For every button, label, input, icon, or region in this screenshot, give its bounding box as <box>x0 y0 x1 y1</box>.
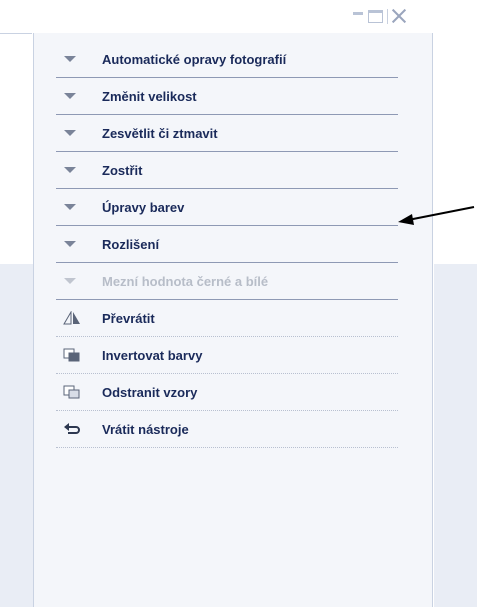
invert-colors-icon <box>63 348 81 362</box>
expander-label: Změnit velikost <box>102 88 197 104</box>
flip-icon <box>63 311 81 325</box>
tool-label: Převrátit <box>102 310 155 326</box>
remove-patterns-icon <box>63 385 81 399</box>
expand-triangle-icon <box>64 130 76 136</box>
expander-label: Automatické opravy fotografií <box>102 51 287 67</box>
expand-triangle-icon <box>64 204 76 210</box>
control-divider <box>387 8 388 24</box>
expand-triangle-icon <box>64 167 76 173</box>
background-area-top <box>0 33 32 265</box>
expand-triangle-icon <box>64 93 76 99</box>
tool-remove-patterns[interactable]: Odstranit vzory <box>56 374 398 411</box>
expander-label: Mezní hodnota černé a bílé <box>102 273 269 289</box>
expander-color-adjust[interactable]: Úpravy barev <box>56 189 398 226</box>
tool-invert-colors[interactable]: Invertovat barvy <box>56 337 398 374</box>
background-area-right <box>434 264 477 607</box>
close-icon[interactable] <box>392 9 406 23</box>
tool-label: Invertovat barvy <box>102 347 203 363</box>
maximize-icon[interactable] <box>368 9 383 23</box>
tool-label: Vrátit nástroje <box>102 421 189 437</box>
tool-flip[interactable]: Převrátit <box>56 300 398 337</box>
minimize-icon[interactable] <box>352 10 364 22</box>
expand-triangle-icon <box>64 56 76 62</box>
background-area-left <box>0 264 33 607</box>
tool-label: Odstranit vzory <box>102 384 198 400</box>
expander-bw-threshold: Mezní hodnota černé a bílé <box>56 263 398 300</box>
expander-label: Zesvětlit či ztmavit <box>102 125 218 141</box>
tool-undo[interactable]: Vrátit nástroje <box>56 411 398 448</box>
edit-tools-panel: Automatické opravy fotografií Změnit vel… <box>33 33 433 607</box>
expand-triangle-icon <box>64 241 76 247</box>
annotation-arrow-icon <box>398 206 475 225</box>
window-controls <box>352 7 406 25</box>
expander-auto-fix[interactable]: Automatické opravy fotografií <box>56 41 398 78</box>
expander-brightness[interactable]: Zesvětlit či ztmavit <box>56 115 398 152</box>
expander-sharpen[interactable]: Zostřit <box>56 152 398 189</box>
expander-resize[interactable]: Změnit velikost <box>56 78 398 115</box>
expander-resolution[interactable]: Rozlišení <box>56 226 398 263</box>
expander-label: Zostřit <box>102 162 143 178</box>
expander-label: Rozlišení <box>102 236 160 252</box>
expander-label: Úpravy barev <box>102 199 185 215</box>
expand-triangle-icon <box>64 278 76 284</box>
undo-arrow-icon <box>63 422 81 436</box>
